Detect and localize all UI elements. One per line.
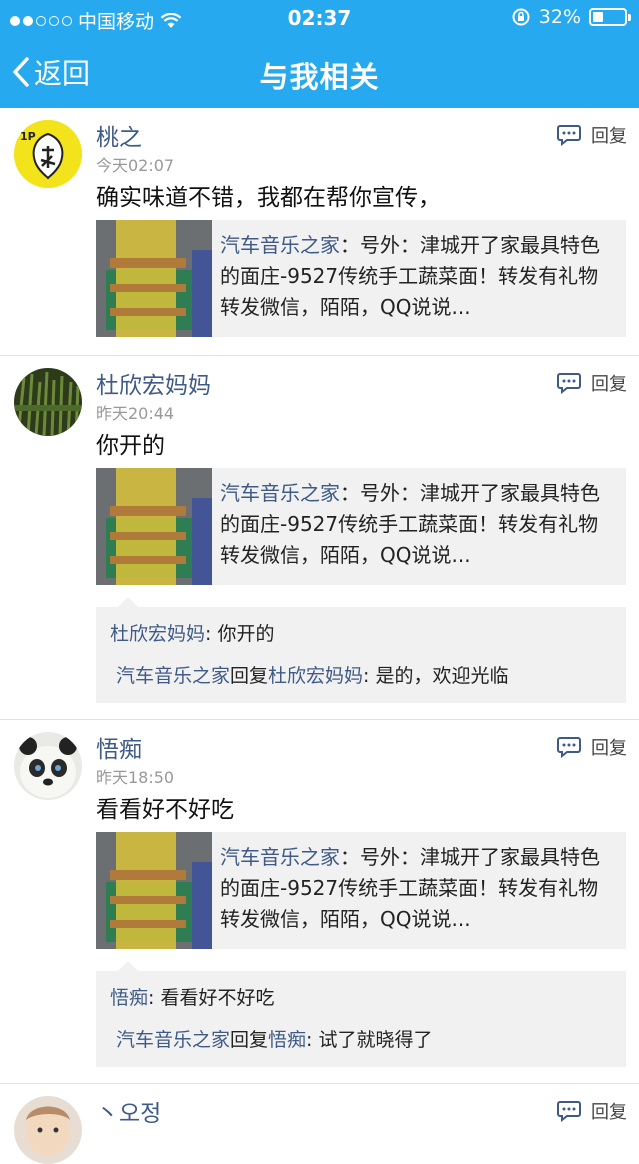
thread-colon: :: [363, 665, 376, 687]
reply-button[interactable]: 回复: [557, 1098, 627, 1124]
reply-label: 回复: [591, 1102, 627, 1123]
post-summary: 汽车音乐之家：号外：津城开了家最具特色的面庄-9527传统手工蔬菜面！转发有礼物…: [220, 230, 616, 323]
thread-line[interactable]: 汽车音乐之家回复悟痴: 试了就晓得了: [116, 1025, 433, 1052]
reply-label: 回复: [591, 126, 627, 147]
post-thumbnail: [96, 220, 212, 337]
reply-button[interactable]: 回复: [557, 734, 627, 760]
comment-text: 确实味道不错，我都在帮你宣传，: [96, 185, 441, 211]
post-thumbnail: [96, 832, 212, 949]
page-title: 与我相关: [259, 60, 380, 94]
post-source[interactable]: 汽车音乐之家: [220, 233, 340, 257]
thread-line[interactable]: 悟痴: 看看好不好吃: [110, 983, 274, 1010]
post-sep: ：: [340, 233, 360, 257]
thread-message: 试了就晓得了: [318, 1029, 433, 1051]
reply-button[interactable]: 回复: [557, 370, 627, 396]
thread-message: 你开的: [217, 623, 275, 645]
comment-text: 你开的: [96, 433, 165, 459]
comment-text: 看看好不好吃: [96, 797, 234, 823]
reply-thread: 悟痴: 看看好不好吃 汽车音乐之家回复悟痴: 试了就晓得了: [96, 961, 626, 1067]
thread-author[interactable]: 杜欣宏妈妈: [110, 623, 205, 645]
mentions-list: 1P 桃之 今天02:07 回复 确实味道不错，我都在帮你宣传， 汽车音乐之家：…: [0, 108, 639, 1164]
post-sep: ：: [340, 481, 360, 505]
post-summary: 汽车音乐之家：号外：津城开了家最具特色的面庄-9527传统手工蔬菜面！转发有礼物…: [220, 478, 616, 571]
thread-message: 看看好不好吃: [160, 987, 275, 1009]
status-bar: 中国移动 02:37 32%: [0, 0, 639, 36]
post-source[interactable]: 汽车音乐之家: [220, 845, 340, 869]
avatar[interactable]: [14, 368, 82, 436]
rotation-lock-icon: [512, 8, 530, 26]
thread-colon: :: [148, 987, 161, 1009]
comment-icon: [557, 737, 581, 758]
thread-target[interactable]: 悟痴: [268, 1029, 306, 1051]
thread-colon: :: [306, 1029, 319, 1051]
reply-label: 回复: [591, 374, 627, 395]
battery-percent: 32%: [538, 6, 581, 28]
username[interactable]: 丶오정: [96, 1094, 161, 1128]
timestamp: 今天02:07: [96, 156, 175, 175]
thread-author[interactable]: 汽车音乐之家: [116, 665, 230, 687]
thread-target[interactable]: 杜欣宏妈妈: [268, 665, 363, 687]
timestamp: 昨天20:44: [96, 404, 175, 423]
username[interactable]: 桃之: [96, 118, 142, 152]
timestamp: 昨天18:50: [96, 768, 175, 787]
comment-icon: [557, 1101, 581, 1122]
post-summary: 汽车音乐之家：号外：津城开了家最具特色的面庄-9527传统手工蔬菜面！转发有礼物…: [220, 842, 616, 935]
nav-bar: 返回 与我相关: [0, 36, 639, 108]
avatar[interactable]: [14, 1096, 82, 1164]
thread-author[interactable]: 汽车音乐之家: [116, 1029, 230, 1051]
reply-button[interactable]: 回复: [557, 122, 627, 148]
post-sep: ：: [340, 845, 360, 869]
comment-icon: [557, 125, 581, 146]
top-bar: 中国移动 02:37 32% 返回 与我相关: [0, 0, 639, 108]
list-item: 丶오정 回复: [0, 1084, 639, 1164]
list-item: 悟痴 昨天18:50 回复 看看好不好吃 汽车音乐之家：号外：津城开了家最具特色…: [0, 720, 639, 1084]
thread-reply-word: 回复: [230, 1029, 269, 1051]
thread-line[interactable]: 汽车音乐之家回复杜欣宏妈妈: 是的，欢迎光临: [116, 661, 509, 688]
username[interactable]: 杜欣宏妈妈: [96, 366, 211, 400]
shared-post-card[interactable]: 汽车音乐之家：号外：津城开了家最具特色的面庄-9527传统手工蔬菜面！转发有礼物…: [96, 832, 626, 949]
list-item: 杜欣宏妈妈 昨天20:44 回复 你开的 汽车音乐之家：号外：津城开了家最具特色…: [0, 356, 639, 720]
shared-post-card[interactable]: 汽车音乐之家：号外：津城开了家最具特色的面庄-9527传统手工蔬菜面！转发有礼物…: [96, 468, 626, 585]
reply-thread: 杜欣宏妈妈: 你开的 汽车音乐之家回复杜欣宏妈妈: 是的，欢迎光临: [96, 597, 626, 703]
shared-post-card[interactable]: 汽车音乐之家：号外：津城开了家最具特色的面庄-9527传统手工蔬菜面！转发有礼物…: [96, 220, 626, 337]
battery-icon: [589, 8, 631, 26]
thread-message: 是的，欢迎光临: [375, 665, 509, 687]
thread-colon: :: [205, 623, 218, 645]
reply-label: 回复: [591, 738, 627, 759]
thread-reply-word: 回复: [230, 665, 269, 687]
thread-author[interactable]: 悟痴: [110, 987, 148, 1009]
list-item: 1P 桃之 今天02:07 回复 确实味道不错，我都在帮你宣传， 汽车音乐之家：…: [0, 108, 639, 356]
username[interactable]: 悟痴: [96, 730, 142, 764]
comment-icon: [557, 373, 581, 394]
post-source[interactable]: 汽车音乐之家: [220, 481, 340, 505]
post-thumbnail: [96, 468, 212, 585]
avatar-text: 1P: [20, 130, 36, 143]
thread-line[interactable]: 杜欣宏妈妈: 你开的: [110, 619, 274, 646]
avatar[interactable]: [14, 732, 82, 800]
